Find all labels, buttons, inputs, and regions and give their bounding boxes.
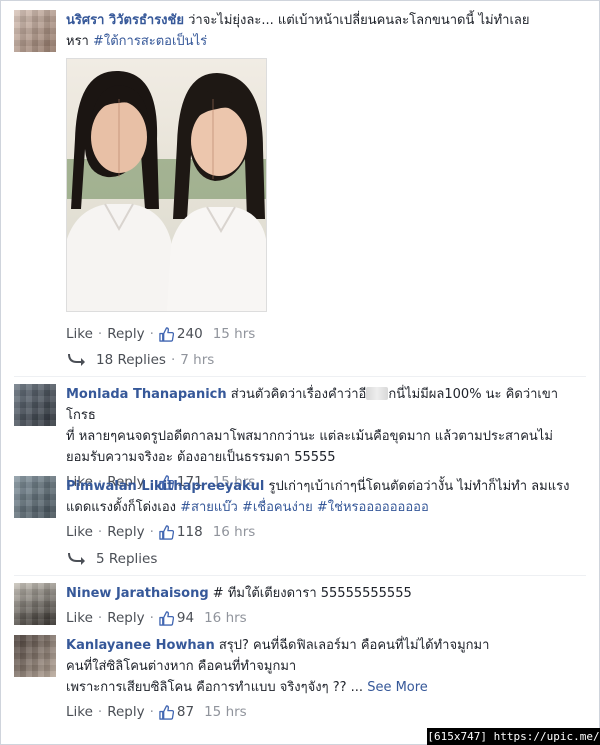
author-name[interactable]: Kanlayanee Howhan	[66, 638, 215, 653]
see-more-link[interactable]: See More	[367, 680, 428, 695]
replies-count[interactable]: 5 Replies	[96, 551, 157, 567]
comment-actions: Like · Reply · 87 15 hrs	[66, 702, 586, 722]
like-count[interactable]: 240	[159, 324, 203, 345]
timestamp[interactable]: 16 hrs	[213, 522, 256, 543]
author-name[interactable]: Ninew Jarathaisong	[66, 586, 209, 601]
two-girls-photo	[67, 59, 266, 311]
like-count[interactable]: 87	[159, 702, 194, 723]
like-count[interactable]: 118	[159, 522, 203, 543]
hashtag-links[interactable]: #สายแบ๊ว #เชื่อคนง่าย #ใช่หรอออออออออ	[180, 500, 429, 515]
reply-link[interactable]: Reply	[107, 608, 144, 629]
avatar[interactable]	[14, 583, 56, 625]
separator-dot: ·	[149, 609, 154, 626]
avatar[interactable]	[14, 384, 56, 426]
like-link[interactable]: Like	[66, 324, 93, 345]
comment-actions: Like · Reply · 118 16 hrs	[66, 522, 586, 542]
comment-5: Kanlayanee Howhan สรุป? คนที่ฉีดฟิลเลอร์…	[14, 635, 586, 722]
like-link[interactable]: Like	[66, 608, 93, 629]
like-thumb-icon	[159, 610, 174, 626]
comment-actions: Like · Reply · 94 16 hrs	[66, 608, 586, 628]
like-thumb-icon	[159, 524, 174, 540]
reply-link[interactable]: Reply	[107, 324, 144, 345]
comment-text: นริศรา วิวัตรธำรงชัย ว่าจะไม่ยุ่งละ... แ…	[66, 13, 530, 49]
view-replies[interactable]: 5 Replies	[68, 551, 157, 567]
author-name[interactable]: Monlada Thanapanich	[66, 387, 227, 402]
separator-dot: ·	[97, 523, 103, 540]
timestamp[interactable]: 15 hrs	[213, 324, 256, 345]
comment-3: Pimwalan Likithapreeyakul รูปเก่าๆเบ้าเก…	[14, 476, 586, 542]
like-thumb-icon	[159, 704, 174, 720]
timestamp[interactable]: 16 hrs	[204, 608, 247, 629]
separator-dot: ·	[149, 325, 154, 342]
like-link[interactable]: Like	[66, 522, 93, 543]
comment-photo[interactable]	[66, 58, 267, 312]
like-link[interactable]: Like	[66, 702, 93, 723]
avatar[interactable]	[14, 10, 56, 52]
divider	[14, 376, 586, 377]
separator-dot: ·	[97, 609, 103, 626]
comment-actions: Like · Reply · 240 15 hrs	[66, 324, 586, 344]
avatar[interactable]	[14, 635, 56, 677]
comment-text: Kanlayanee Howhan สรุป? คนที่ฉีดฟิลเลอร์…	[66, 638, 490, 695]
like-count[interactable]: 94	[159, 608, 194, 629]
hashtag-link[interactable]: #ใต้การสะตอเป็นไร่	[93, 34, 207, 49]
separator-dot: ·	[97, 703, 103, 720]
avatar[interactable]	[14, 476, 56, 518]
reply-link[interactable]: Reply	[107, 702, 144, 723]
timestamp[interactable]: 15 hrs	[204, 702, 247, 723]
comment-4: Ninew Jarathaisong # ทีมใต้เตียงดารา 555…	[14, 583, 586, 628]
reply-arrow-icon	[68, 553, 85, 565]
separator-dot: ·	[170, 352, 176, 368]
comment-1: นริศรา วิวัตรธำรงชัย ว่าจะไม่ยุ่งละ... แ…	[14, 10, 586, 344]
comment-text: Monlada Thanapanich ส่วนตัวคิดว่าเรื่องค…	[66, 387, 559, 465]
reply-arrow-icon	[68, 354, 85, 366]
divider	[14, 575, 586, 576]
comment-text: Pimwalan Likithapreeyakul รูปเก่าๆเบ้าเก…	[66, 479, 570, 515]
upic-watermark: [615x747] https://upic.me/	[427, 728, 600, 745]
like-thumb-icon	[159, 326, 174, 342]
view-replies[interactable]: 18 Replies · 7 hrs	[68, 352, 214, 368]
author-name[interactable]: นริศรา วิวัตรธำรงชัย	[66, 13, 184, 28]
reply-link[interactable]: Reply	[107, 522, 144, 543]
separator-dot: ·	[149, 703, 154, 720]
replies-time: 7 hrs	[180, 352, 215, 368]
replies-count[interactable]: 18 Replies	[96, 352, 166, 368]
author-name[interactable]: Pimwalan Likithapreeyakul	[66, 479, 264, 494]
separator-dot: ·	[97, 325, 103, 342]
blurred-text	[366, 387, 389, 400]
comment-text: Ninew Jarathaisong # ทีมใต้เตียงดารา 555…	[66, 586, 412, 601]
separator-dot: ·	[149, 523, 154, 540]
